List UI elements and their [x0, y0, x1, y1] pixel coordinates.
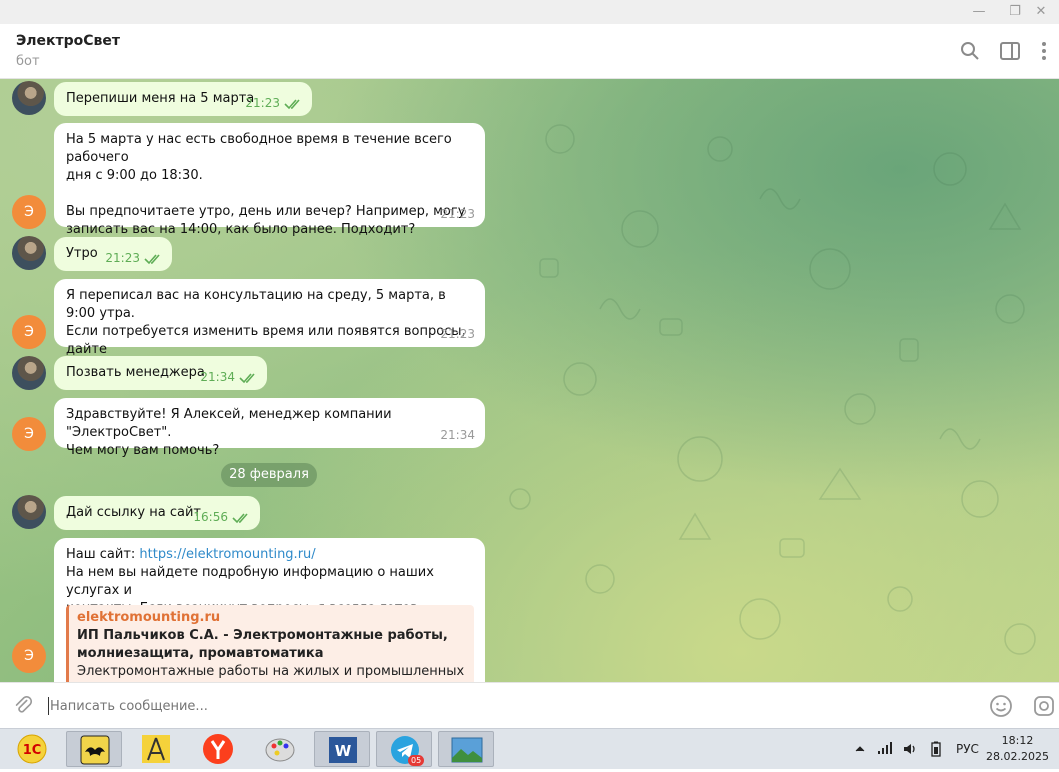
- clock-time: 18:12: [1001, 734, 1034, 747]
- message-text: На 5 марта у нас есть свободное время в …: [66, 132, 466, 237]
- message-time: 21:23: [105, 251, 140, 265]
- taskbar-app-1c[interactable]: 1С: [4, 731, 60, 767]
- bot-avatar[interactable]: Э: [12, 315, 46, 349]
- link-preview[interactable]: elektromounting.ru ИП Пальчиков С.А. - Э…: [66, 605, 474, 682]
- message-input[interactable]: [48, 695, 952, 719]
- close-button[interactable]: ✕: [1030, 2, 1052, 22]
- date-separator: 28 февраля: [221, 463, 317, 487]
- user-avatar[interactable]: [12, 495, 46, 529]
- user-avatar[interactable]: [12, 236, 46, 270]
- bot-avatar[interactable]: Э: [12, 639, 46, 673]
- message-bubble-outgoing[interactable]: Позвать менеджера 21:34: [54, 356, 267, 390]
- message-time: 16:56: [193, 510, 228, 524]
- minimize-button[interactable]: —: [968, 2, 990, 22]
- message-bubble-outgoing[interactable]: Дай ссылку на сайт 16:56: [54, 496, 260, 530]
- message-time: 21:23: [440, 327, 475, 341]
- composer-bar: [0, 682, 1059, 729]
- message-bubble-incoming[interactable]: На 5 марта у нас есть свободное время в …: [54, 123, 485, 237]
- link-preview-title: ИП Пальчиков С.А. - Электромонтажные раб…: [77, 628, 448, 661]
- windows-taskbar: 1С W 05 РУС 18:12 28.02.2025: [0, 728, 1059, 769]
- attach-icon[interactable]: [12, 695, 34, 717]
- yandex-browser-icon: [203, 734, 233, 764]
- batman-icon: [80, 735, 110, 765]
- window-titlebar: — ❐ ✕: [0, 0, 1059, 24]
- chat-title[interactable]: ЭлектроСвет: [16, 33, 120, 49]
- user-avatar[interactable]: [12, 81, 46, 115]
- read-checkmarks-icon: [284, 99, 300, 110]
- taskbar-app-yandex[interactable]: [190, 731, 246, 767]
- volume-icon[interactable]: [902, 741, 918, 757]
- word-icon: W: [329, 737, 357, 763]
- sidebar-toggle-icon[interactable]: [998, 39, 1022, 63]
- message-text: Наш сайт: https://elektromounting.ru/: [66, 546, 473, 564]
- battery-icon[interactable]: [930, 741, 942, 757]
- word-icon-label: W: [335, 742, 352, 760]
- message-text: Здравствуйте! Я Алексей, менеджер компан…: [66, 407, 392, 458]
- user-avatar[interactable]: [12, 356, 46, 390]
- taskbar-app-telegram[interactable]: 05: [376, 731, 432, 767]
- message-time: 21:34: [440, 428, 475, 442]
- message-time: 21:23: [440, 207, 475, 221]
- link-preview-site: elektromounting.ru: [77, 610, 221, 625]
- bot-avatar[interactable]: Э: [12, 417, 46, 451]
- message-bubble-incoming[interactable]: Здравствуйте! Я Алексей, менеджер компан…: [54, 398, 485, 458]
- message-text-prefix: Наш сайт:: [66, 547, 140, 562]
- chat-history[interactable]: Перепиши меня на 5 марта 21:23 На 5 март…: [0, 79, 1059, 682]
- language-indicator[interactable]: РУС: [956, 729, 979, 769]
- more-icon[interactable]: [1034, 39, 1054, 63]
- taskbar-app-compass[interactable]: [128, 731, 184, 767]
- chat-header: ЭлектроСвет бот: [0, 24, 1059, 79]
- restore-button[interactable]: ❐: [1004, 2, 1026, 22]
- photos-icon: [451, 737, 483, 763]
- chat-subtitle: бот: [16, 54, 40, 69]
- taskbar-app-paint[interactable]: [252, 731, 308, 767]
- tray-expand-icon[interactable]: [854, 743, 866, 755]
- telegram-icon: [391, 736, 419, 764]
- network-icon[interactable]: [877, 741, 893, 755]
- read-checkmarks-icon: [232, 513, 248, 524]
- taskbar-app-batman[interactable]: [66, 731, 122, 767]
- taskbar-app-photos[interactable]: [438, 731, 494, 767]
- website-link[interactable]: https://elektromounting.ru/: [139, 547, 315, 562]
- emoji-icon[interactable]: [989, 694, 1013, 718]
- paint-icon: [265, 738, 295, 762]
- link-preview-description: Электромонтажные работы на жилых и промы…: [77, 664, 465, 679]
- telegram-unread-badge: 05: [408, 755, 425, 766]
- message-time: 21:34: [200, 370, 235, 384]
- message-bubble-outgoing[interactable]: Перепиши меня на 5 марта 21:23: [54, 82, 312, 116]
- system-clock[interactable]: 18:12 28.02.2025: [986, 733, 1049, 765]
- read-checkmarks-icon: [239, 373, 255, 384]
- taskbar-app-word[interactable]: W: [314, 731, 370, 767]
- read-checkmarks-icon: [144, 254, 160, 265]
- message-time: 21:23: [245, 96, 280, 110]
- 1c-icon: 1С: [17, 734, 47, 764]
- 1c-icon-label: 1С: [23, 743, 42, 758]
- search-icon[interactable]: [958, 39, 982, 63]
- message-bubble-incoming[interactable]: Наш сайт: https://elektromounting.ru/ На…: [54, 538, 485, 682]
- message-bubble-incoming[interactable]: Я переписал вас на консультацию на среду…: [54, 279, 485, 375]
- bot-avatar[interactable]: Э: [12, 195, 46, 229]
- clock-date: 28.02.2025: [986, 750, 1049, 763]
- compass-icon: [142, 735, 170, 763]
- text-caret: [48, 697, 49, 715]
- camera-icon[interactable]: [1032, 694, 1056, 718]
- message-bubble-outgoing[interactable]: Утро 21:23: [54, 237, 172, 271]
